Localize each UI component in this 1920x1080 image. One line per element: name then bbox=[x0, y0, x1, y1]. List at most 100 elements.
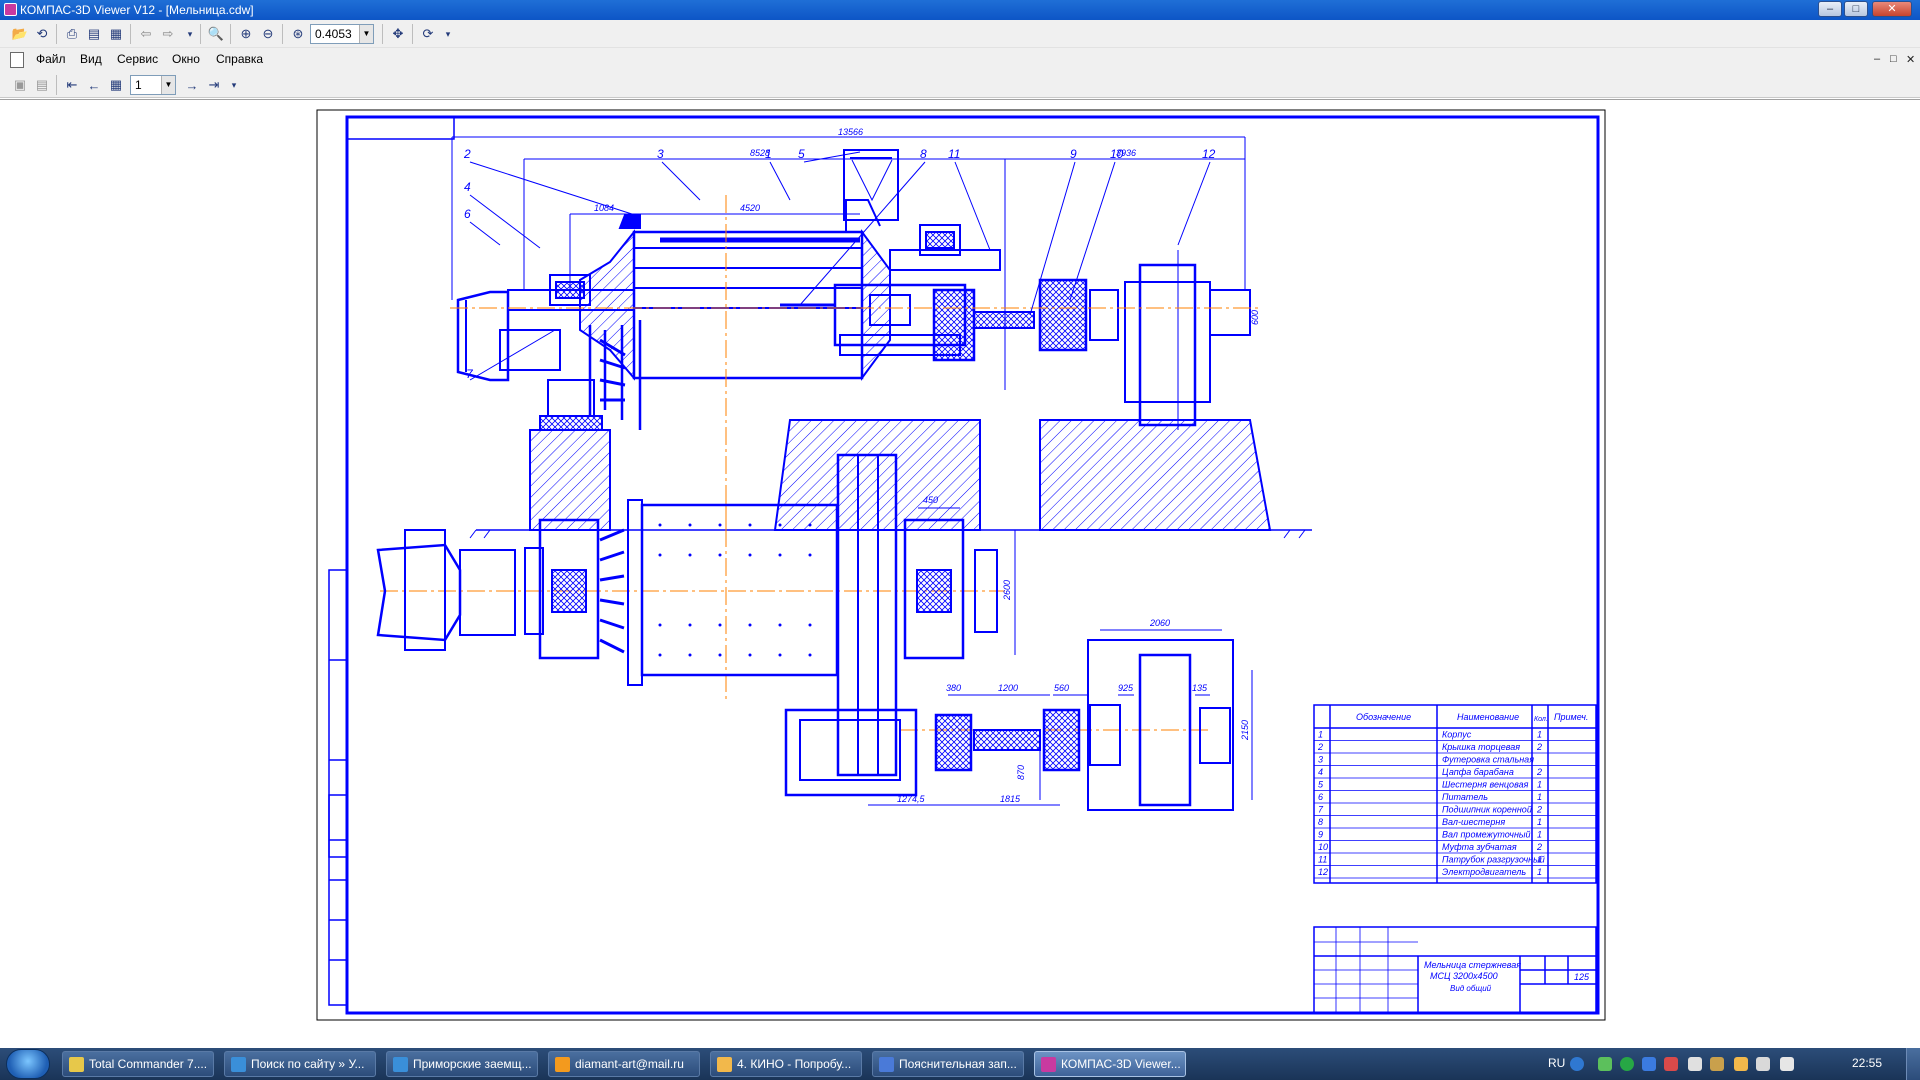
spec-row-name: Вал-шестерня bbox=[1442, 817, 1505, 827]
callout-9: 9 bbox=[1070, 147, 1077, 161]
word-document-icon bbox=[879, 1057, 894, 1072]
zoom-combo[interactable]: 0.4053 ▼ bbox=[310, 24, 374, 44]
drawing-workspace[interactable]: 13566 8 5 2 8 3 9 3 6 1084 4520 600 450 2600 2… bbox=[0, 99, 1920, 1048]
dim-d1: 1084 bbox=[594, 203, 614, 213]
zoom-window-icon[interactable]: 🔍 bbox=[206, 24, 226, 44]
mdi-restore-button[interactable]: □ bbox=[1890, 53, 1897, 65]
maximize-button[interactable]: □ bbox=[1844, 1, 1868, 17]
back-icon[interactable]: ⇦ bbox=[136, 24, 156, 44]
layer-icon[interactable]: ▣ bbox=[10, 75, 30, 95]
spec-row-qty: 2 bbox=[1536, 742, 1542, 752]
flag-icon[interactable] bbox=[1688, 1057, 1702, 1071]
skype-icon[interactable] bbox=[1642, 1057, 1656, 1071]
menu-file[interactable]: Файл bbox=[36, 52, 66, 66]
print-icon[interactable]: ⎙ bbox=[62, 24, 82, 44]
ie-icon bbox=[231, 1057, 246, 1072]
taskbar-item-mail[interactable]: diamant-art@mail.ru bbox=[548, 1051, 700, 1077]
first-sheet-icon[interactable]: ⇤ bbox=[62, 75, 82, 95]
start-button[interactable] bbox=[6, 1049, 50, 1079]
refresh-icon[interactable]: ⟳ bbox=[418, 24, 438, 44]
chevron-down-icon[interactable]: ▼ bbox=[161, 76, 175, 94]
spec-row-name: Питатель bbox=[1442, 792, 1488, 802]
last-sheet-icon[interactable]: ⇥ bbox=[204, 75, 224, 95]
prev-sheet-icon[interactable]: ← bbox=[84, 75, 104, 95]
menu-help[interactable]: Справка bbox=[216, 52, 263, 66]
page-setup-icon[interactable]: ▦ bbox=[106, 24, 126, 44]
spec-header-designation: Обозначение bbox=[1356, 712, 1411, 722]
close-button[interactable]: ✕ bbox=[1872, 1, 1912, 17]
network-icon[interactable] bbox=[1598, 1057, 1612, 1071]
spec-row-name: Корпус bbox=[1442, 730, 1472, 740]
spec-row-qty: 1 bbox=[1537, 780, 1542, 790]
layer-off-icon[interactable]: ▤ bbox=[32, 75, 52, 95]
ie-icon bbox=[393, 1057, 408, 1072]
document-icon[interactable] bbox=[10, 52, 24, 68]
sheets-icon[interactable]: ▦ bbox=[106, 75, 126, 95]
taskbar-item-explanatory-note[interactable]: Пояснительная зап... bbox=[872, 1051, 1024, 1077]
volume-icon[interactable] bbox=[1780, 1057, 1794, 1071]
open-icon[interactable]: 📂 bbox=[10, 24, 30, 44]
next-sheet-icon[interactable]: → bbox=[182, 75, 202, 95]
dim-870: 870 bbox=[1016, 765, 1026, 780]
sheet-combo[interactable]: 1 ▼ bbox=[130, 75, 176, 95]
callout-3: 3 bbox=[657, 147, 664, 161]
minimize-button[interactable]: – bbox=[1818, 1, 1842, 17]
print-preview-icon[interactable]: ▤ bbox=[84, 24, 104, 44]
battery-icon[interactable] bbox=[1756, 1057, 1770, 1071]
spec-row-qty: 1 bbox=[1537, 817, 1542, 827]
total-commander-icon bbox=[69, 1057, 84, 1072]
taskbar-item-primorye[interactable]: Приморские заемщ... bbox=[386, 1051, 538, 1077]
dim-560: 560 bbox=[1054, 683, 1069, 693]
app-icon bbox=[4, 3, 17, 16]
forward-icon[interactable]: ⇨ bbox=[158, 24, 178, 44]
clock[interactable]: 22:55 bbox=[1852, 1056, 1882, 1070]
taskbar-item-site-search[interactable]: Поиск по сайту » У... bbox=[224, 1051, 376, 1077]
view-toolbar: ▣ ▤ ⇤ ← ▦ 1 ▼ → ⇥ ▾ bbox=[0, 72, 1920, 98]
mill-drawing: 13566 8 5 2 8 3 9 3 6 1084 4520 600 450 2600 2… bbox=[316, 109, 1606, 1021]
mdi-close-button[interactable]: ✕ bbox=[1906, 53, 1915, 66]
zoom-out-icon[interactable]: ⊖ bbox=[258, 24, 278, 44]
spec-row-pos: 10 bbox=[1318, 842, 1328, 852]
toolbar-more-icon[interactable]: ▾ bbox=[180, 24, 200, 44]
zoom-scale-icon[interactable]: ⊛ bbox=[288, 24, 308, 44]
callout-11: 11 bbox=[948, 147, 960, 161]
show-desktop-button[interactable] bbox=[1906, 1048, 1920, 1080]
callout-2: 2 bbox=[463, 147, 471, 161]
spec-row-pos: 12 bbox=[1318, 867, 1328, 877]
chevron-down-icon[interactable]: ▼ bbox=[359, 25, 373, 43]
spec-row-qty: 2 bbox=[1536, 842, 1542, 852]
dim-overall: 13566 bbox=[838, 127, 863, 137]
mdi-minimize-button[interactable]: – bbox=[1874, 53, 1880, 65]
menu-window[interactable]: Окно bbox=[172, 52, 200, 66]
help-icon[interactable] bbox=[1570, 1057, 1584, 1071]
pan-icon[interactable]: ✥ bbox=[388, 24, 408, 44]
power-icon[interactable] bbox=[1710, 1057, 1724, 1071]
callout-8: 8 bbox=[920, 147, 927, 161]
antivirus-icon[interactable] bbox=[1664, 1057, 1678, 1071]
menu-view[interactable]: Вид bbox=[80, 52, 102, 66]
spec-row-name: Шестерня венцовая bbox=[1442, 780, 1529, 790]
spec-row-name: Электродвигатель bbox=[1442, 867, 1526, 877]
sheet-value: 1 bbox=[135, 78, 142, 92]
mail-tray-icon[interactable] bbox=[1734, 1057, 1748, 1071]
language-indicator[interactable]: RU bbox=[1548, 1056, 1565, 1070]
taskbar-item-total-commander[interactable]: Total Commander 7.... bbox=[62, 1051, 214, 1077]
dim-1200: 1200 bbox=[998, 683, 1018, 693]
toolbar-more-icon-3[interactable]: ▾ bbox=[224, 75, 244, 95]
zoom-value: 0.4053 bbox=[315, 27, 352, 41]
menu-service[interactable]: Сервис bbox=[117, 52, 158, 66]
zoom-in-icon[interactable]: ⊕ bbox=[236, 24, 256, 44]
spec-row-name: Муфта зубчатая bbox=[1442, 842, 1517, 852]
title-bar: КОМПАС-3D Viewer V12 - [Мельница.cdw] – … bbox=[0, 0, 1920, 20]
callout-10: 10 bbox=[1110, 147, 1124, 161]
dim-600: 600 bbox=[1250, 310, 1260, 325]
taskbar-item-kino[interactable]: 4. КИНО - Попробу... bbox=[710, 1051, 862, 1077]
taskbar-item-kompas[interactable]: КОМПАС-3D Viewer... bbox=[1034, 1051, 1186, 1077]
toolbar-more-icon-2[interactable]: ▾ bbox=[438, 24, 458, 44]
spec-row-pos: 9 bbox=[1318, 830, 1323, 840]
dim-2600: 2600 bbox=[1002, 580, 1012, 601]
open-recent-icon[interactable]: ⟲ bbox=[32, 24, 52, 44]
dim-450: 450 bbox=[923, 495, 938, 505]
title-name-line3: Вид общий bbox=[1450, 984, 1492, 993]
icq-icon[interactable] bbox=[1620, 1057, 1634, 1071]
